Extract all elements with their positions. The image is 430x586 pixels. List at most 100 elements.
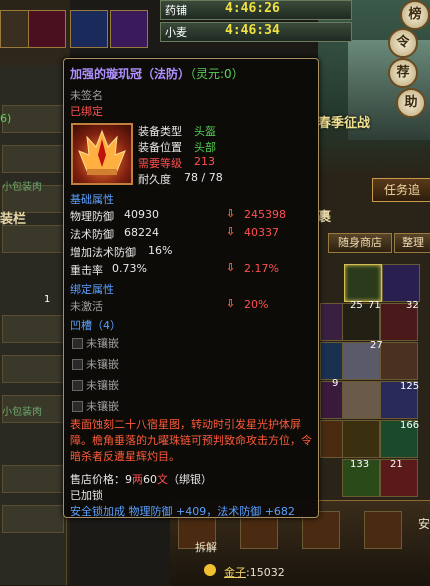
left-count: 1 bbox=[44, 294, 51, 305]
equip-type-value: 头盔 bbox=[194, 125, 216, 138]
left-inventory-panel bbox=[0, 65, 67, 585]
gold-value: :15032 bbox=[246, 566, 285, 579]
attr-compare: 245398 bbox=[244, 208, 286, 221]
recommend-button[interactable]: 荐 bbox=[388, 58, 418, 88]
durability-value: 78 / 78 bbox=[184, 171, 223, 184]
slot-count: 71 bbox=[368, 300, 381, 311]
empty-socket-icon bbox=[72, 380, 83, 391]
security-lock-bonus: 安全锁加成 物理防御 +409，法术防御 +682 bbox=[70, 505, 295, 518]
left-section-title: 装栏 bbox=[0, 212, 27, 227]
price-amount: 60 bbox=[143, 473, 157, 486]
timer-value: 4:46:34 bbox=[225, 23, 280, 38]
slot-count: 27 bbox=[370, 340, 383, 351]
required-level-value: 213 bbox=[194, 155, 215, 168]
list-item[interactable] bbox=[2, 315, 64, 343]
timer-label: 药铺 bbox=[165, 4, 187, 17]
gold-coin-icon bbox=[204, 564, 216, 576]
list-item[interactable] bbox=[2, 145, 64, 173]
item-tooltip: 加强的璇玑冠（法防）（灵元:0） 未签名 已绑定 装备类型 头盔 装备位置 头部… bbox=[63, 58, 319, 518]
disassemble-button[interactable]: 拆解 bbox=[195, 539, 217, 555]
left-count: 6) bbox=[0, 112, 12, 125]
bind-status: 已绑定 bbox=[70, 105, 103, 118]
bag-slot[interactable] bbox=[382, 264, 420, 302]
attr-label: 重击率 bbox=[70, 264, 103, 277]
attr-value: 40930 bbox=[124, 208, 159, 221]
equip-slot-label: 装备位置 bbox=[138, 141, 182, 154]
gold-balance: 金子:15032 bbox=[224, 564, 285, 580]
bind-attributes-header: 绑定属性 bbox=[70, 283, 114, 296]
attr-compare: 2.17% bbox=[244, 262, 279, 275]
timer-bar: 小麦 4:46:34 bbox=[160, 22, 352, 42]
bag-slot[interactable] bbox=[342, 381, 380, 419]
list-item[interactable] bbox=[2, 225, 64, 253]
item-spirit: （灵元:0） bbox=[190, 67, 244, 81]
price-note: （绑银） bbox=[168, 473, 212, 486]
attr-value: 0.73% bbox=[112, 262, 147, 275]
socket-status: 未镶嵌 bbox=[86, 379, 119, 392]
equipment-icon[interactable] bbox=[110, 10, 148, 48]
ranking-button[interactable]: 榜 bbox=[400, 0, 430, 30]
equipment-icon[interactable] bbox=[28, 10, 66, 48]
event-label[interactable]: 春季征战 bbox=[318, 112, 370, 131]
item-description: 表面蚀刻二十八宿星图，转动时引发星光护体屏障。檐角垂落的九曜珠链可预判致命攻击方… bbox=[70, 418, 312, 463]
socket-header: 凹槽（4） bbox=[70, 319, 121, 332]
price-amount: 9 bbox=[125, 473, 132, 486]
attr-label: 增加法术防御 bbox=[70, 246, 136, 259]
attr-compare: 40337 bbox=[244, 226, 279, 239]
equip-slot-value: 头部 bbox=[194, 141, 216, 154]
helmet-icon bbox=[71, 123, 133, 185]
side-button-partial[interactable]: 安 bbox=[418, 515, 430, 532]
bind-attribute-state: 未激活 bbox=[70, 300, 103, 313]
equip-type-label: 装备类型 bbox=[138, 125, 182, 138]
durability-label: 耐久度 bbox=[138, 173, 171, 186]
price-unit: 文 bbox=[157, 473, 168, 486]
task-tab[interactable]: 任务追 bbox=[372, 178, 430, 202]
slot-count: 125 bbox=[400, 381, 420, 392]
slot-count: 21 bbox=[390, 459, 403, 470]
timer-label: 小麦 bbox=[165, 26, 187, 39]
bag-title: 裹 bbox=[318, 210, 332, 225]
action-slot[interactable] bbox=[364, 511, 402, 549]
list-item[interactable] bbox=[2, 105, 64, 133]
gold-label: 金子 bbox=[224, 566, 246, 579]
list-item[interactable] bbox=[2, 355, 64, 383]
decrease-arrow-icon: ⇩ bbox=[226, 207, 236, 220]
item-title: 加强的璇玑冠（法防）（灵元:0） bbox=[70, 65, 244, 82]
equipment-icon[interactable] bbox=[70, 10, 108, 48]
slot-count: 32 bbox=[406, 300, 419, 311]
sell-price: 售店价格：9两60文（绑银） bbox=[70, 471, 212, 487]
timer-value: 4:46:26 bbox=[225, 1, 280, 16]
list-item[interactable] bbox=[2, 465, 64, 493]
attr-value: 16% bbox=[148, 244, 173, 257]
list-item[interactable] bbox=[2, 505, 64, 533]
price-label: 售店价格： bbox=[70, 473, 125, 486]
bag-slot[interactable] bbox=[380, 342, 418, 380]
lock-status: 已加锁 bbox=[70, 489, 103, 502]
attr-value: 68224 bbox=[124, 226, 159, 239]
slot-count: 166 bbox=[400, 420, 420, 431]
socket-status: 未镶嵌 bbox=[86, 358, 119, 371]
price-unit: 两 bbox=[132, 473, 143, 486]
mobile-shop-button[interactable]: 随身商店 bbox=[328, 233, 392, 253]
base-attributes-header: 基础属性 bbox=[70, 193, 114, 206]
order-button[interactable]: 令 bbox=[388, 28, 418, 58]
left-item-name: 小包装肉 bbox=[2, 407, 42, 418]
help-button[interactable]: 助 bbox=[396, 88, 426, 118]
empty-socket-icon bbox=[72, 401, 83, 412]
slot-count: 25 bbox=[350, 300, 363, 311]
decrease-arrow-icon: ⇩ bbox=[226, 297, 236, 310]
empty-socket-icon bbox=[72, 359, 83, 370]
attr-label: 物理防御 bbox=[70, 210, 114, 223]
signature-status: 未签名 bbox=[70, 89, 103, 102]
socket-status: 未镶嵌 bbox=[86, 337, 119, 350]
slot-count: 133 bbox=[350, 459, 370, 470]
sort-button[interactable]: 整理 bbox=[394, 233, 430, 253]
timer-bar: 药铺 4:46:26 bbox=[160, 0, 352, 20]
bag-slot[interactable] bbox=[342, 420, 380, 458]
attr-label: 法术防御 bbox=[70, 228, 114, 241]
slot-count: 9 bbox=[332, 378, 339, 389]
decrease-arrow-icon: ⇩ bbox=[226, 225, 236, 238]
left-item-name: 小包装肉 bbox=[2, 182, 42, 193]
required-level-label: 需要等级 bbox=[138, 157, 182, 170]
bag-slot[interactable] bbox=[344, 264, 382, 302]
